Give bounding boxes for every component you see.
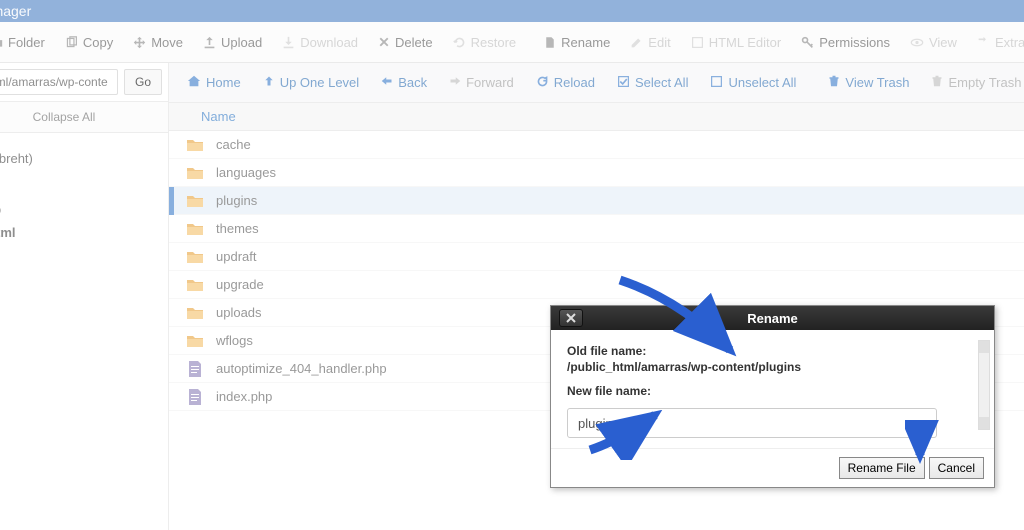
select-all-button[interactable]: Select All [607,68,698,98]
selection-indicator [169,187,174,215]
edit-button[interactable]: Edit [620,22,680,62]
download-button[interactable]: Download [272,22,368,62]
up-arrow-icon [263,74,275,91]
file-row-folder[interactable]: cache [169,131,1024,159]
file-row-folder-selected[interactable]: plugins [169,187,1024,215]
folder-icon [186,194,204,208]
html-editor-icon [691,36,704,49]
back-arrow-icon [381,75,393,90]
folder-icon [186,334,204,348]
file-row-folder[interactable]: upgrade [169,271,1024,299]
view-button[interactable]: View [900,22,967,62]
folder-icon [186,306,204,320]
unselect-all-button[interactable]: Unselect All [700,68,806,98]
dialog-title: Rename [551,311,994,326]
app-titlebar: Manager [0,0,1024,22]
check-square-icon [617,75,630,91]
new-filename-label: New file name: [567,384,972,398]
folder-icon [186,138,204,152]
rename-file-button[interactable]: Rename File [839,457,925,479]
reload-icon [536,75,549,91]
permissions-button[interactable]: Permissions [791,22,900,62]
column-name: Name [201,109,236,124]
dialog-close-button[interactable] [559,309,583,327]
tree-item-selected[interactable]: ic_html [0,221,160,244]
home-button[interactable]: Home [177,68,251,98]
delete-icon [378,36,390,48]
upload-icon [203,36,216,49]
reload-button[interactable]: Reload [526,68,605,98]
tree-item[interactable]: ic_ftp [0,198,160,221]
upload-button[interactable]: Upload [193,22,272,62]
rename-button[interactable]: Rename [534,22,620,62]
path-input[interactable] [0,69,118,95]
trash-icon [931,74,943,91]
dialog-titlebar[interactable]: Rename [551,306,994,330]
file-icon [544,36,556,49]
download-icon [282,36,295,49]
php-file-icon [186,389,204,405]
app-title: Manager [0,3,31,19]
folder-icon [186,222,204,236]
move-button[interactable]: Move [123,22,193,62]
forward-button[interactable]: Forward [439,68,524,98]
pencil-icon [630,36,643,49]
restore-button[interactable]: Restore [443,22,527,62]
rename-dialog: Rename Old file name: /public_html/amarr… [550,305,995,488]
new-folder-button[interactable]: Folder [0,22,55,62]
trash-icon [828,74,840,91]
list-header[interactable]: Name [169,103,1024,131]
extract-icon [977,36,990,49]
copy-button[interactable]: Copy [55,22,123,62]
move-icon [133,36,146,49]
empty-trash-button[interactable]: Empty Trash [921,68,1024,98]
key-icon [801,36,814,49]
eye-icon [910,36,924,49]
sub-toolbar: Home Up One Level Back Forward Reload Se… [169,63,1024,103]
html-editor-button[interactable]: HTML Editor [681,22,791,62]
path-row: Go [0,63,168,102]
dialog-footer: Rename File Cancel [551,448,994,487]
main-toolbar: Folder Copy Move Upload Download Delete … [0,22,1024,63]
home-icon [187,74,201,91]
file-row-folder[interactable]: themes [169,215,1024,243]
cancel-button[interactable]: Cancel [929,457,984,479]
dialog-body: Old file name: /public_html/amarras/wp-c… [551,330,994,448]
forward-arrow-icon [449,75,461,90]
php-file-icon [186,361,204,377]
view-trash-button[interactable]: View Trash [818,68,919,98]
file-row-folder[interactable]: updraft [169,243,1024,271]
extract-button[interactable]: Extra [967,22,1024,62]
back-button[interactable]: Back [371,68,437,98]
old-filename-label: Old file name: [567,344,972,358]
folder-icon [186,166,204,180]
old-filename-value: /public_html/amarras/wp-content/plugins [567,360,972,374]
folder-tree: me/abreht) ic_ftp ic_html [0,133,168,252]
folder-icon [186,278,204,292]
up-one-level-button[interactable]: Up One Level [253,68,370,98]
close-icon [566,313,576,323]
left-pane: Go Collapse All me/abreht) ic_ftp ic_htm… [0,63,169,530]
dialog-scrollbar[interactable] [978,340,990,430]
tree-item[interactable]: me/abreht) [0,147,160,170]
copy-icon [65,36,78,49]
delete-button[interactable]: Delete [368,22,443,62]
file-row-folder[interactable]: languages [169,159,1024,187]
folder-icon [186,250,204,264]
folder-plus-icon [0,36,3,49]
go-button[interactable]: Go [124,69,162,95]
empty-square-icon [710,75,723,91]
new-filename-input[interactable] [567,408,937,438]
restore-icon [453,36,466,49]
collapse-all-button[interactable]: Collapse All [0,102,168,133]
